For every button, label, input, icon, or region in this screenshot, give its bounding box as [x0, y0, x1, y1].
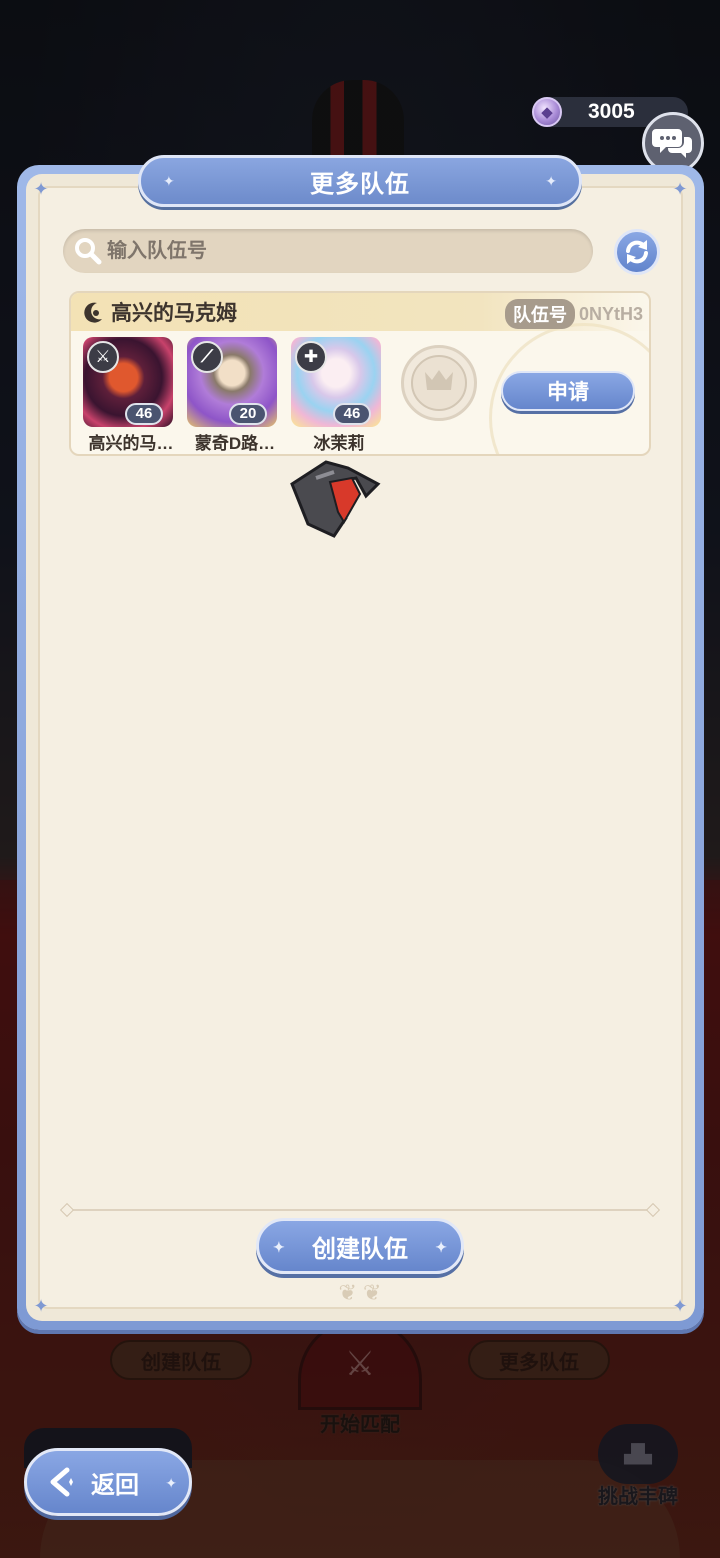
- team-number-label: 队伍号: [504, 299, 575, 329]
- member-portrait: ⚔ 46: [83, 337, 173, 427]
- create-team-button[interactable]: ✦ 创建队伍 ✦: [256, 1218, 464, 1274]
- panel-title: 更多队伍: [310, 170, 410, 198]
- member-name: 冰茉莉: [313, 434, 365, 453]
- team-number-input[interactable]: [107, 239, 577, 263]
- member-portrait: ✚ 46: [291, 337, 381, 427]
- wand-icon: ⟋: [191, 341, 223, 373]
- gem-icon: ◆: [532, 97, 562, 127]
- member-level: 46: [333, 403, 371, 425]
- cross-icon: ✚: [295, 341, 327, 373]
- currency-value: 3005: [588, 100, 635, 123]
- sparkle-icon: ✦: [545, 172, 557, 189]
- sparkle-icon: ✦: [273, 1239, 285, 1255]
- back-arrow-icon: [45, 1464, 81, 1500]
- member-level: 46: [125, 403, 163, 425]
- team-number: 队伍号 0NYtH3: [504, 299, 643, 329]
- sword-icon: ⚔: [87, 341, 119, 373]
- bottom-divider: [66, 1209, 654, 1211]
- search-icon: [73, 236, 103, 266]
- sparkle-icon: ✦: [165, 1475, 177, 1491]
- panel-bottom-ornament: ❦ ❦: [338, 1280, 382, 1305]
- team-number-value: 0NYtH3: [578, 303, 643, 324]
- panel-title-bar: ✦ 更多队伍 ✦: [138, 155, 582, 207]
- sparkle-icon: ✦: [163, 172, 175, 189]
- back-label: 返回: [91, 1471, 139, 1499]
- corner-ornament-icon: ✦: [672, 179, 688, 199]
- corner-ornament-icon: ✦: [672, 1296, 688, 1316]
- member-level: 20: [229, 403, 267, 425]
- team-member[interactable]: ⚔ 46 高兴的马…: [83, 337, 179, 454]
- create-team-label: 创建队伍: [312, 1235, 408, 1263]
- horn-decoration: [290, 460, 381, 538]
- moon-leader-icon: [79, 298, 107, 326]
- corner-ornament-icon: ✦: [33, 1296, 49, 1316]
- empty-member-slot: [401, 345, 477, 421]
- team-member[interactable]: ⟋ 20 蒙奇D路…: [187, 337, 283, 454]
- sparkle-icon: ✦: [435, 1239, 447, 1255]
- apply-button[interactable]: 申请: [501, 371, 635, 411]
- member-name: 高兴的马…: [88, 434, 174, 453]
- chat-bubbles-icon: [652, 129, 692, 158]
- team-leader-name: 高兴的马克姆: [111, 302, 237, 325]
- corner-ornament-icon: ✦: [33, 179, 49, 199]
- empty-slot-crest-icon: [411, 355, 467, 411]
- member-name: 蒙奇D路…: [194, 434, 276, 453]
- refresh-icon: [626, 240, 648, 264]
- back-button[interactable]: 返回 ✦: [24, 1448, 192, 1516]
- team-card: 高兴的马克姆 队伍号 0NYtH3 ⚔ 46 高兴的马… ⟋ 20 蒙奇D路… …: [69, 291, 651, 456]
- search-bar: [63, 229, 593, 273]
- team-member[interactable]: ✚ 46 冰茉莉: [291, 337, 387, 454]
- refresh-button[interactable]: [614, 229, 660, 275]
- member-portrait: ⟋ 20: [187, 337, 277, 427]
